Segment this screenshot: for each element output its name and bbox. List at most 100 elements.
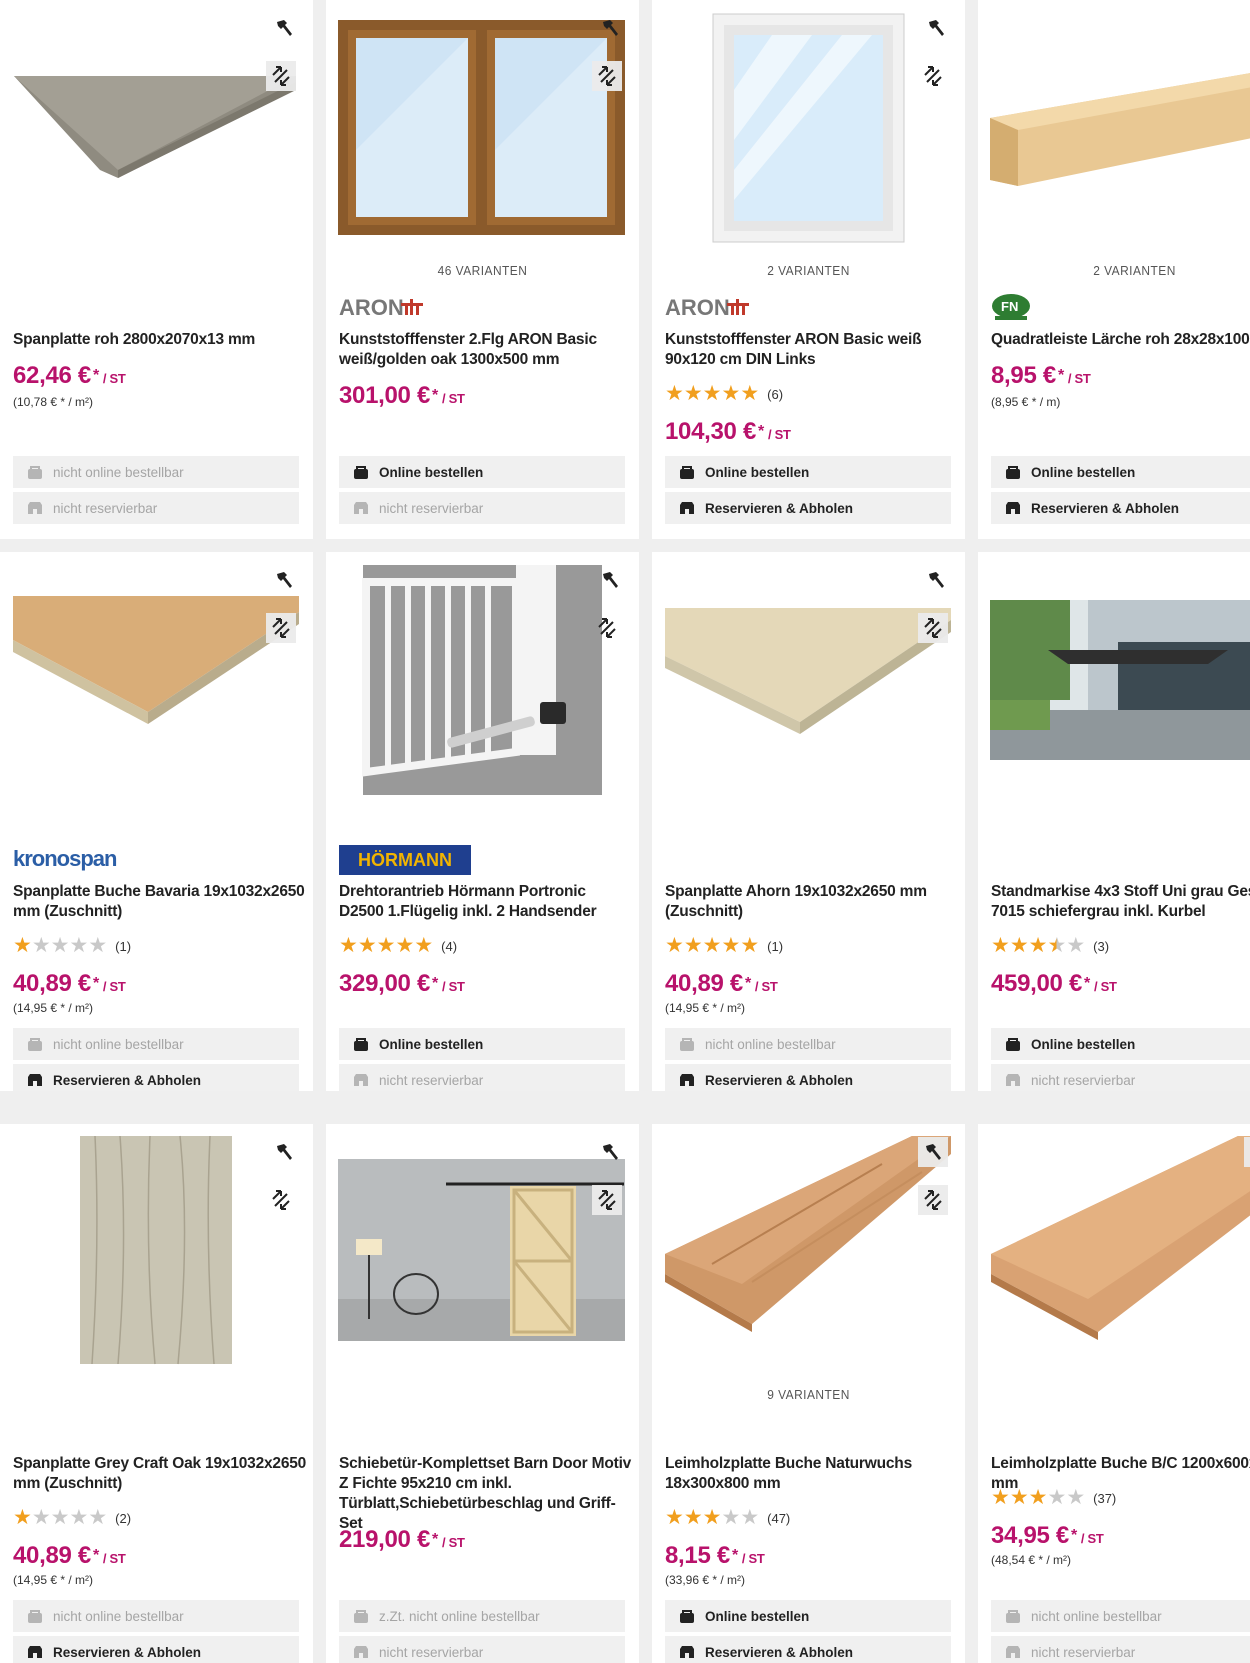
hammer-icon[interactable] [921, 565, 951, 595]
product-title[interactable]: Spanplatte roh 2800x2070x13 mm [13, 330, 308, 350]
compare-arrows-icon[interactable] [918, 61, 948, 91]
product-card[interactable]: 2 VARIANTEN FN Quadratleiste Lärche roh … [978, 0, 1250, 539]
product-image[interactable] [0, 552, 313, 802]
reserve-button[interactable]: Reservieren & Abholen [13, 1636, 299, 1663]
rating: ★★★★★ (6) [665, 383, 783, 405]
online-order-button[interactable]: Online bestellen [339, 456, 625, 488]
store-icon [679, 1645, 695, 1659]
compare-arrows-icon[interactable] [266, 61, 296, 91]
star-icon: ★ [740, 1506, 760, 1529]
hammer-icon[interactable] [595, 1137, 625, 1167]
rating: ★★★★★ (1) [665, 935, 783, 957]
compare-arrows-icon[interactable] [592, 613, 622, 643]
product-title[interactable]: Standmarkise 4x3 Stoff Uni grau Gestell … [991, 882, 1250, 922]
hammer-icon[interactable] [595, 13, 625, 43]
product-card[interactable]: HÖRMANN Drehtorantrieb Hörmann Portronic… [326, 552, 639, 1091]
product-price: 329,00 € * / ST [339, 970, 465, 997]
product-image[interactable] [326, 1124, 639, 1374]
store-icon [353, 1073, 369, 1087]
star-icon: ★ [88, 1506, 108, 1529]
product-title[interactable]: Drehtorantrieb Hörmann Portronic D2500 1… [339, 882, 634, 922]
product-price: 8,95 € * / ST [991, 362, 1091, 389]
compare-arrows-icon[interactable] [918, 1185, 948, 1215]
hammer-icon[interactable] [918, 1137, 948, 1167]
hammer-icon[interactable] [921, 13, 951, 43]
reserve-button[interactable]: Reservieren & Abholen [665, 1064, 951, 1091]
online-order-button[interactable]: Online bestellen [991, 456, 1250, 488]
product-card[interactable]: Leimholzplatte Buche B/C 1200x600x18 mm … [978, 1124, 1250, 1663]
hammer-icon[interactable] [269, 1137, 299, 1167]
compare-arrows-icon[interactable] [592, 1185, 622, 1215]
star-icon: ★ [683, 934, 703, 957]
online-order-button[interactable]: Online bestellen [339, 1028, 625, 1060]
star-icon: ★ [665, 382, 684, 405]
rating: ★★★★★ (47) [665, 1507, 790, 1529]
product-title[interactable]: Schiebetür-Komplettset Barn Door Motiv Z… [339, 1454, 634, 1534]
hammer-icon[interactable] [1244, 1137, 1250, 1167]
product-card[interactable]: Spanplatte roh 2800x2070x13 mm 62,46 € * /… [0, 0, 313, 539]
product-card[interactable]: Standmarkise 4x3 Stoff Uni grau Gestell … [978, 552, 1250, 1091]
product-card[interactable]: 2 VARIANTEN ARON Kunststofffenster ARON … [652, 0, 965, 539]
product-title[interactable]: Leimholzplatte Buche Naturwuchs 18x300x8… [665, 1454, 960, 1494]
online-order-button[interactable]: Online bestellen [665, 1600, 951, 1632]
compare-arrows-icon[interactable] [266, 613, 296, 643]
product-image[interactable] [978, 1124, 1250, 1374]
product-image[interactable] [978, 0, 1250, 250]
product-image[interactable] [326, 0, 639, 250]
product-title[interactable]: Spanplatte Grey Craft Oak 19x1032x2650 m… [13, 1454, 308, 1494]
reserve-button: nicht reservierbar [13, 492, 299, 524]
variant-count: 46 VARIANTEN [437, 263, 528, 278]
product-card[interactable]: 46 VARIANTEN ARON Kunststofffenster 2.Fl… [326, 0, 639, 539]
store-icon [679, 501, 695, 515]
online-order-button[interactable]: Online bestellen [991, 1028, 1250, 1060]
product-title[interactable]: Spanplatte Ahorn 19x1032x2650 mm (Zuschn… [665, 882, 960, 922]
product-image[interactable] [0, 0, 313, 250]
online-order-button[interactable]: Online bestellen [665, 456, 951, 488]
reserve-button[interactable]: Reservieren & Abholen [665, 1636, 951, 1663]
product-title[interactable]: Quadratleiste Lärche roh 28x28x1000mm [991, 330, 1250, 350]
unit-price: (33,96 € * / m²) [665, 1573, 746, 1587]
rating-count: (3) [1093, 938, 1110, 954]
star-icon: ★ [721, 382, 741, 405]
product-price: 104,30 € * / ST [665, 418, 791, 445]
product-image[interactable] [652, 0, 965, 250]
product-card[interactable]: Spanplatte Grey Craft Oak 19x1032x2650 m… [0, 1124, 313, 1663]
unit-price: (14,95 € * / m²) [13, 1001, 94, 1015]
hammer-icon[interactable] [269, 13, 299, 43]
brand-logo-kronospan: kronospan [13, 845, 153, 873]
store-icon [27, 1645, 43, 1659]
product-card[interactable]: kronospan Spanplatte Buche Bavaria 19x10… [0, 552, 313, 1091]
unit-price: (48,54 € * / m²) [991, 1553, 1072, 1567]
product-price: 40,89 € * / ST [665, 970, 778, 997]
product-title[interactable]: Kunststofffenster ARON Basic weiß 90x120… [665, 330, 960, 370]
cart-icon [353, 465, 369, 479]
compare-arrows-icon[interactable] [918, 613, 948, 643]
store-icon [353, 501, 369, 515]
star-icon: ★ [395, 934, 415, 957]
svg-text:kronospan: kronospan [13, 846, 117, 871]
product-image[interactable] [0, 1124, 313, 1374]
product-image[interactable] [978, 552, 1250, 802]
product-card[interactable]: Spanplatte Ahorn 19x1032x2650 mm (Zuschn… [652, 552, 965, 1091]
reserve-button[interactable]: Reservieren & Abholen [665, 492, 951, 524]
hammer-icon[interactable] [269, 565, 299, 595]
reserve-button: nicht reservierbar [339, 492, 625, 524]
cart-icon [679, 1037, 695, 1051]
unit-price: (14,95 € * / m²) [13, 1573, 94, 1587]
product-image[interactable] [326, 552, 639, 802]
reserve-button[interactable]: Reservieren & Abholen [991, 492, 1250, 524]
rating-stars: ★★★★★ [991, 935, 1085, 957]
reserve-button[interactable]: Reservieren & Abholen [13, 1064, 299, 1091]
product-card[interactable]: Schiebetür-Komplettset Barn Door Motiv Z… [326, 1124, 639, 1663]
rating-count: (6) [767, 386, 784, 402]
product-title[interactable]: Spanplatte Buche Bavaria 19x1032x2650 mm… [13, 882, 308, 922]
product-title[interactable]: Kunststofffenster 2.Flg ARON Basic weiß/… [339, 330, 634, 370]
cart-icon [1005, 1037, 1021, 1051]
compare-arrows-icon[interactable] [592, 61, 622, 91]
star-icon: ★ [702, 1506, 722, 1529]
compare-arrows-icon[interactable] [266, 1185, 296, 1215]
product-card[interactable]: 9 VARIANTEN Leimholzplatte Buche Naturwu… [652, 1124, 965, 1663]
product-image[interactable] [652, 552, 965, 802]
product-price: 459,00 € * / ST [991, 970, 1117, 997]
hammer-icon[interactable] [595, 565, 625, 595]
